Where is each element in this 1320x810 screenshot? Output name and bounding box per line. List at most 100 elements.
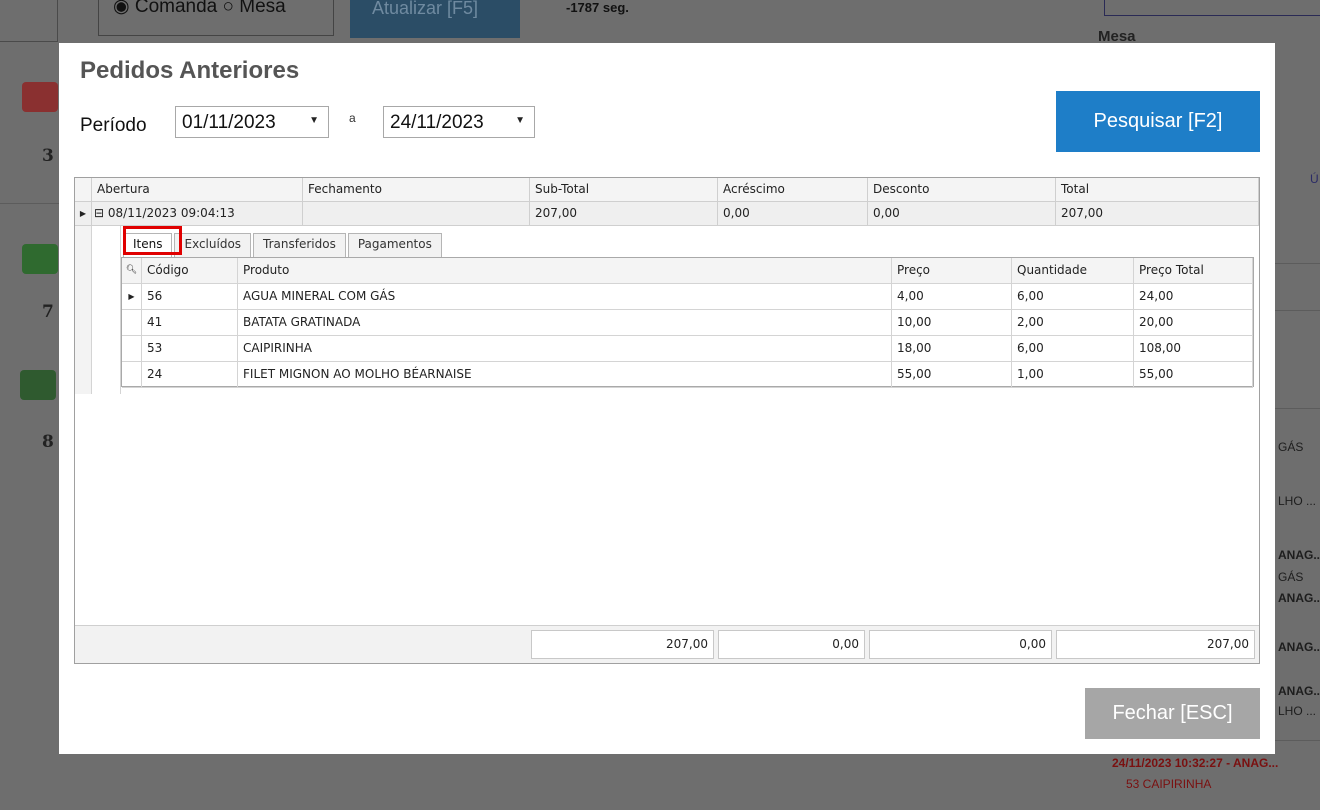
column-header[interactable]: Preço bbox=[892, 258, 1012, 284]
bg-right-text: GÁS bbox=[1278, 440, 1304, 454]
bg-table-number: 3 bbox=[42, 146, 54, 166]
tab-excluidos[interactable]: Excluídos bbox=[174, 233, 252, 257]
detail-indent bbox=[92, 226, 121, 394]
column-header[interactable]: Desconto bbox=[868, 178, 1056, 202]
bg-right-text: Ú bbox=[1310, 172, 1319, 186]
totals-footer: 207,00 0,00 0,00 207,00 bbox=[75, 625, 1259, 663]
preco-cell: 18,00 bbox=[892, 336, 1012, 362]
table-row[interactable]: ▶ ⊟ 08/11/2023 09:04:13 207,00 0,00 0,00… bbox=[75, 202, 1259, 226]
column-header[interactable]: Sub-Total bbox=[530, 178, 718, 202]
chevron-down-icon[interactable]: ▼ bbox=[309, 115, 319, 126]
column-header[interactable]: Preço Total bbox=[1134, 258, 1253, 284]
preco-cell: 10,00 bbox=[892, 310, 1012, 336]
column-header[interactable]: Produto bbox=[238, 258, 892, 284]
quantidade-cell: 2,00 bbox=[1012, 310, 1134, 336]
preco-total-cell: 20,00 bbox=[1134, 310, 1253, 336]
codigo-cell: 24 bbox=[142, 362, 238, 388]
column-header[interactable]: Total bbox=[1056, 178, 1259, 202]
produto-cell: AGUA MINERAL COM GÁS bbox=[238, 284, 892, 310]
bg-seconds-counter: -1787 seg. bbox=[566, 0, 629, 15]
table-row[interactable]: 41 BATATA GRATINADA 10,00 2,00 20,00 bbox=[122, 310, 1253, 336]
date-to-value: 24/11/2023 bbox=[390, 112, 484, 133]
row-indicator bbox=[122, 362, 142, 388]
search-icon[interactable]: 🔍︎ bbox=[122, 258, 142, 284]
column-header[interactable]: Abertura bbox=[92, 178, 303, 202]
preco-total-cell: 108,00 bbox=[1134, 336, 1253, 362]
bg-right-text: LHO ... bbox=[1278, 704, 1317, 718]
orders-grid-header: Abertura Fechamento Sub-Total Acréscimo … bbox=[75, 178, 1259, 202]
footer-subtotal: 207,00 bbox=[531, 630, 714, 659]
chevron-down-icon[interactable]: ▼ bbox=[515, 115, 525, 126]
bg-right-text: ANAG... bbox=[1278, 591, 1320, 605]
bg-right-text: ANAG... bbox=[1278, 548, 1320, 562]
bg-table-number: 7 bbox=[42, 302, 54, 322]
table-row[interactable]: ▶ 56 AGUA MINERAL COM GÁS 4,00 6,00 24,0… bbox=[122, 284, 1253, 310]
orders-grid: Abertura Fechamento Sub-Total Acréscimo … bbox=[74, 177, 1260, 664]
bg-comanda-mesa-radios: ◉ Comanda ○ Mesa bbox=[98, 0, 334, 36]
preco-total-cell: 55,00 bbox=[1134, 362, 1253, 388]
codigo-cell: 53 bbox=[142, 336, 238, 362]
subtotal-cell: 207,00 bbox=[530, 202, 718, 226]
bg-table-icon-green bbox=[22, 244, 58, 274]
bg-divider bbox=[1275, 310, 1320, 311]
bg-top-left-box bbox=[0, 0, 58, 42]
detail-left-strip bbox=[75, 226, 92, 394]
row-pointer-icon: ▶ bbox=[122, 284, 142, 310]
dialog-title: Pedidos Anteriores bbox=[80, 57, 300, 84]
acrescimo-cell: 0,00 bbox=[718, 202, 868, 226]
abertura-cell: ⊟ 08/11/2023 09:04:13 bbox=[92, 202, 303, 226]
quantidade-cell: 6,00 bbox=[1012, 284, 1134, 310]
column-header[interactable]: Código bbox=[142, 258, 238, 284]
quantidade-cell: 1,00 bbox=[1012, 362, 1134, 388]
abertura-value: 08/11/2023 09:04:13 bbox=[107, 206, 235, 220]
bg-divider bbox=[1275, 408, 1320, 409]
date-from-picker[interactable]: 01/11/2023 ▼ bbox=[175, 106, 329, 138]
footer-total: 207,00 bbox=[1056, 630, 1255, 659]
bg-right-text: GÁS bbox=[1278, 570, 1304, 584]
bg-table-icon-red bbox=[22, 82, 58, 112]
column-header[interactable]: Fechamento bbox=[303, 178, 530, 202]
tab-pagamentos[interactable]: Pagamentos bbox=[347, 233, 442, 257]
bg-bottom-timestamp: 24/11/2023 10:32:27 - ANAG... bbox=[1112, 756, 1279, 770]
footer-acrescimo: 0,00 bbox=[718, 630, 865, 659]
total-cell: 207,00 bbox=[1056, 202, 1259, 226]
date-to-picker[interactable]: 24/11/2023 ▼ bbox=[383, 106, 535, 138]
row-indicator-header bbox=[75, 178, 92, 202]
bg-bottom-item: 53 CAIPIRINHA bbox=[1126, 777, 1212, 791]
quantidade-cell: 6,00 bbox=[1012, 336, 1134, 362]
preco-cell: 55,00 bbox=[892, 362, 1012, 388]
codigo-cell: 41 bbox=[142, 310, 238, 336]
table-row[interactable]: 53 CAIPIRINHA 18,00 6,00 108,00 bbox=[122, 336, 1253, 362]
close-button[interactable]: Fechar [ESC] bbox=[1085, 688, 1260, 739]
tab-transferidos[interactable]: Transferidos bbox=[253, 233, 346, 257]
row-pointer-icon: ▶ bbox=[75, 202, 92, 226]
desconto-cell: 0,00 bbox=[868, 202, 1056, 226]
column-header[interactable]: Acréscimo bbox=[718, 178, 868, 202]
fechamento-cell bbox=[303, 202, 530, 226]
column-header[interactable]: Quantidade bbox=[1012, 258, 1134, 284]
search-button[interactable]: Pesquisar [F2] bbox=[1056, 91, 1260, 152]
bg-right-text: ANAG... bbox=[1278, 640, 1320, 654]
items-grid-header: 🔍︎ Código Produto Preço Quantidade Preço… bbox=[122, 258, 1253, 284]
bg-right-input bbox=[1104, 0, 1320, 16]
table-row[interactable]: 24 FILET MIGNON AO MOLHO BÉARNAISE 55,00… bbox=[122, 362, 1253, 388]
bg-divider bbox=[1275, 263, 1320, 264]
produto-cell: BATATA GRATINADA bbox=[238, 310, 892, 336]
produto-cell: CAIPIRINHA bbox=[238, 336, 892, 362]
codigo-cell: 56 bbox=[142, 284, 238, 310]
tab-itens[interactable]: Itens bbox=[123, 233, 173, 257]
period-label: Período bbox=[80, 115, 147, 136]
expand-collapse-icon[interactable]: ⊟ bbox=[94, 206, 104, 220]
row-indicator bbox=[122, 336, 142, 362]
detail-tabs: Itens Excluídos Transferidos Pagamentos bbox=[123, 233, 444, 257]
bg-table-number: 8 bbox=[42, 432, 54, 452]
pedidos-anteriores-dialog: Pedidos Anteriores Período 01/11/2023 ▼ … bbox=[59, 43, 1275, 754]
items-grid: 🔍︎ Código Produto Preço Quantidade Preço… bbox=[121, 257, 1254, 388]
bg-right-text: LHO ... bbox=[1278, 494, 1317, 508]
preco-total-cell: 24,00 bbox=[1134, 284, 1253, 310]
footer-desconto: 0,00 bbox=[869, 630, 1052, 659]
bg-right-text: ANAG... bbox=[1278, 684, 1320, 698]
date-from-value: 01/11/2023 bbox=[182, 112, 276, 133]
bg-table-icon-green bbox=[20, 370, 56, 400]
preco-cell: 4,00 bbox=[892, 284, 1012, 310]
